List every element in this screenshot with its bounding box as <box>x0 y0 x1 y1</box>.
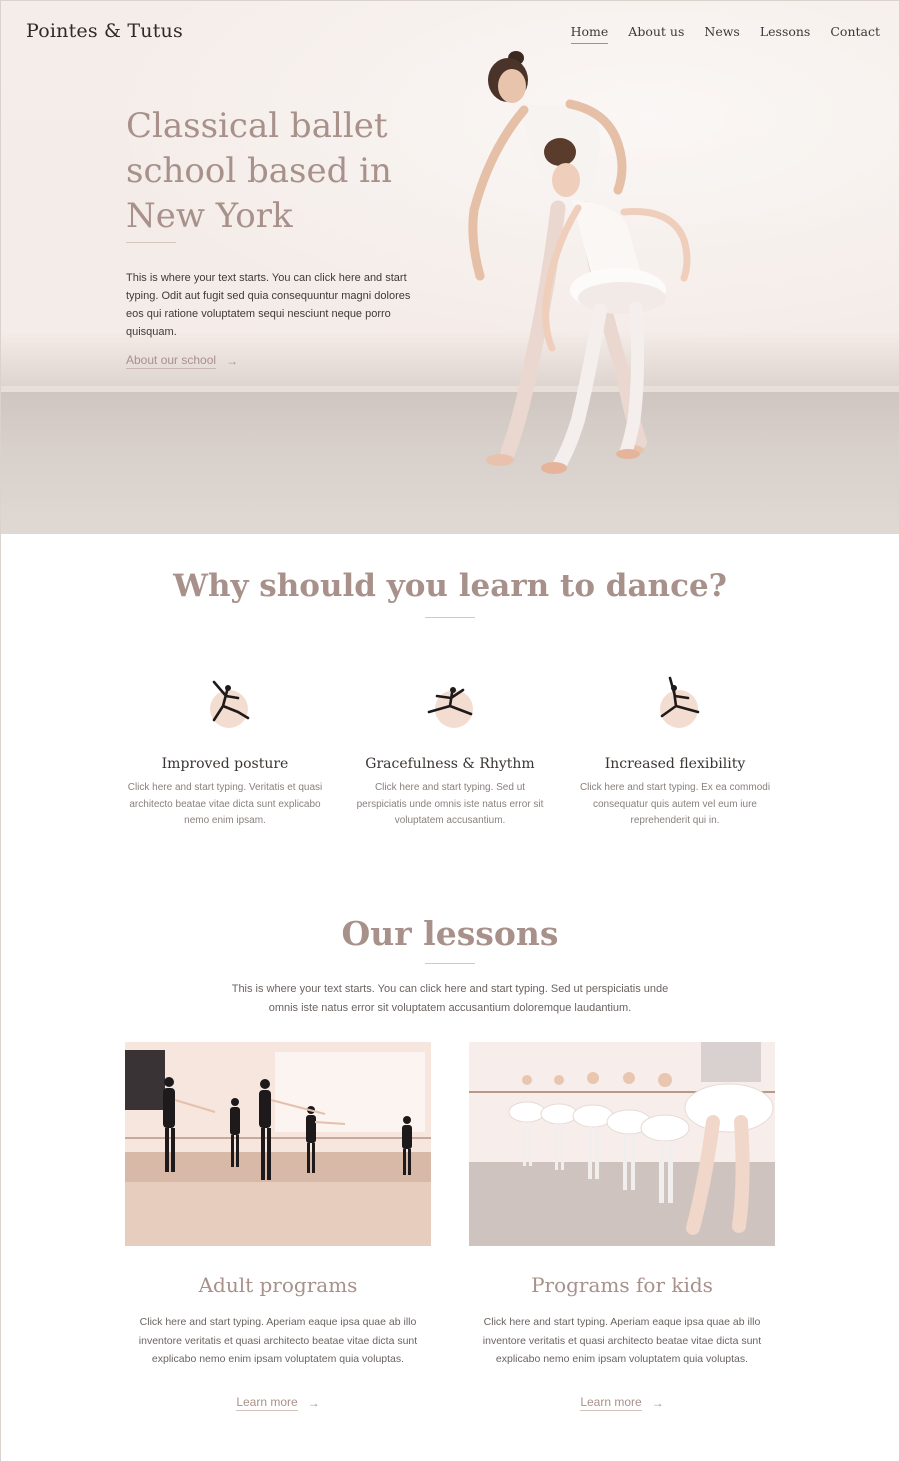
learn-more-link[interactable]: Learn more → <box>469 1395 775 1411</box>
lessons-section-title: Our lessons <box>341 914 559 953</box>
adult-class-photo <box>125 1042 431 1246</box>
about-school-label: About our school <box>126 353 217 369</box>
hero-section: Pointes & Tutus Home About us News Lesso… <box>0 0 900 534</box>
why-divider <box>425 617 475 618</box>
hero-divider <box>126 242 176 243</box>
learn-more-label: Learn more <box>236 1394 298 1411</box>
feature-title: Increased flexibility <box>604 756 746 772</box>
arrow-right-icon: → <box>651 1395 664 1410</box>
feature-gracefulness-rhythm: Gracefulness & Rhythm Click here and sta… <box>350 668 550 830</box>
hero-text: This is where your text starts. You can … <box>126 272 411 338</box>
arrow-right-icon: → <box>307 1395 320 1410</box>
card-text: Click here and start typing. Aperiam eaq… <box>482 1316 762 1365</box>
kids-class-photo <box>469 1042 775 1246</box>
ballerina-split-icon <box>415 668 485 738</box>
about-school-link[interactable]: About our school → <box>126 353 238 369</box>
feature-improved-posture: Improved posture Click here and start ty… <box>125 668 325 830</box>
feature-text: Click here and start typing. Ex ea commo… <box>579 782 771 826</box>
hero-dancers-image <box>468 51 691 474</box>
card-title: Adult programs <box>198 1273 358 1297</box>
site-logo[interactable]: Pointes & Tutus <box>26 20 183 42</box>
learn-more-link[interactable]: Learn more → <box>125 1395 431 1411</box>
feature-text: Click here and start typing. Veritatis e… <box>127 782 323 826</box>
arrow-right-icon: → <box>226 354 239 368</box>
card-text: Click here and start typing. Aperiam eaq… <box>138 1316 418 1365</box>
lessons-intro: This is where your text starts. You can … <box>231 983 669 1014</box>
feature-title: Gracefulness & Rhythm <box>365 756 535 772</box>
feature-text: Click here and start typing. Sed ut pers… <box>356 782 544 826</box>
lessons-divider <box>425 963 475 964</box>
feature-title: Improved posture <box>161 756 289 772</box>
ballerina-leap-icon <box>190 668 260 738</box>
lesson-card-kids: Programs for kids Click here and start t… <box>469 1042 775 1411</box>
why-section-title: Why should you learn to dance? <box>173 568 727 604</box>
learn-more-label: Learn more <box>580 1394 642 1411</box>
nav-lessons[interactable]: Lessons <box>760 24 811 44</box>
card-title: Programs for kids <box>531 1273 713 1297</box>
nav-contact[interactable]: Contact <box>830 24 880 44</box>
feature-increased-flexibility: Increased flexibility Click here and sta… <box>575 668 775 830</box>
ballerina-arabesque-icon <box>640 668 710 738</box>
hero-title: Classical ballet school based in New Yor… <box>126 106 392 236</box>
lesson-card-adult: Adult programs Click here and start typi… <box>125 1042 431 1411</box>
